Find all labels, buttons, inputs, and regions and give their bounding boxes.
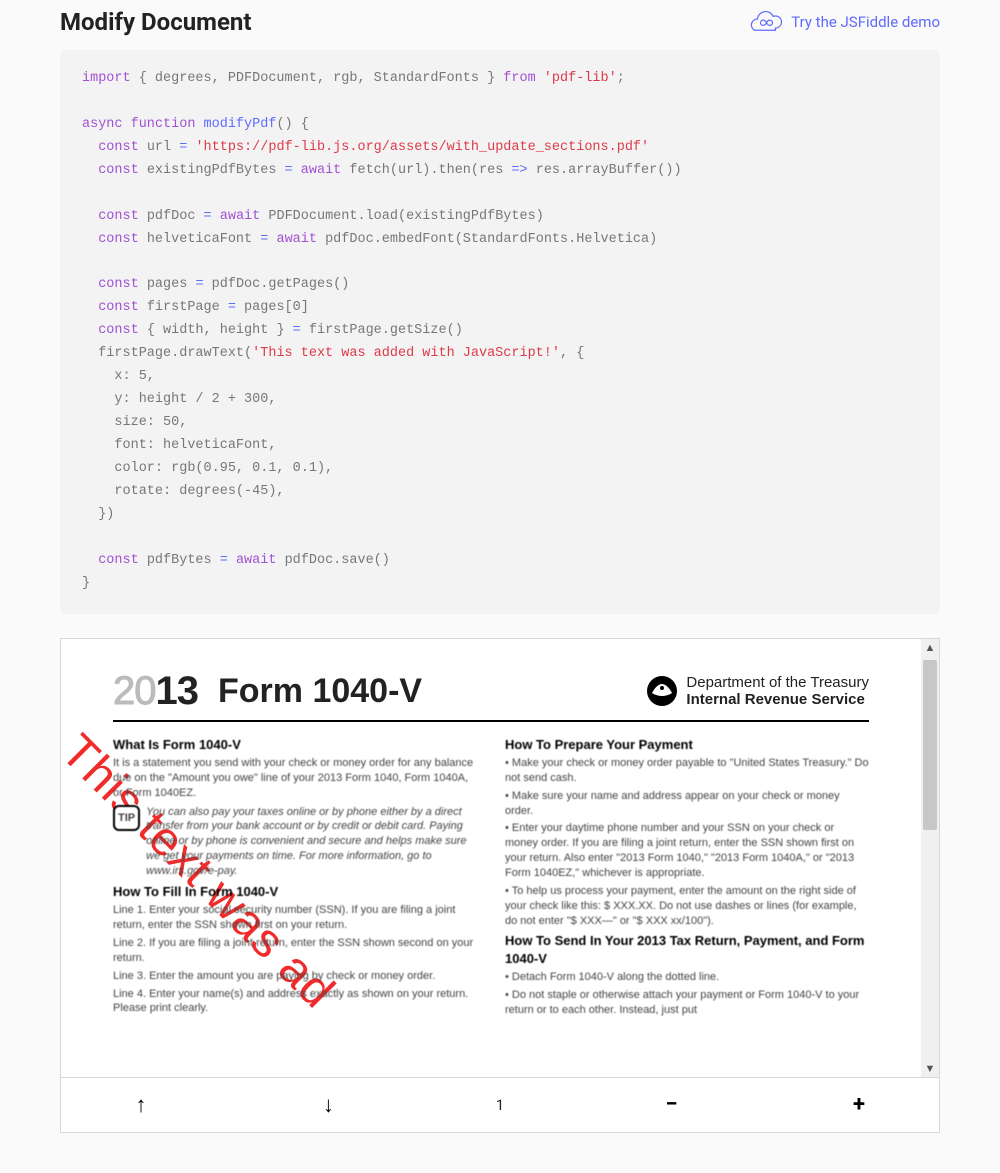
prev-page-button[interactable]: ↑: [121, 1091, 161, 1119]
form-left-column: What Is Form 1040-V It is a statement yo…: [113, 732, 477, 1021]
heading-how-fill: How To Fill In Form 1040-V: [113, 883, 477, 901]
tip-badge: TIP: [113, 805, 140, 832]
scrollbar[interactable]: ▲ ▼: [921, 639, 939, 1077]
jsfiddle-demo-label: Try the JSFiddle demo: [791, 13, 940, 31]
pdf-document: This text was ad 2013 Form 1040-V Depart…: [61, 639, 921, 1021]
bullet-1: • Make your check or money order payable…: [505, 756, 869, 786]
pdf-viewer-panel: ▲ ▼ This text was ad 2013 Form 1040-V De…: [60, 638, 940, 1133]
form-header: 2013 Form 1040-V Department of the Treas…: [113, 669, 869, 722]
heading-prepare-payment: How To Prepare Your Payment: [505, 736, 869, 754]
bullet-6: • Do not staple or otherwise attach your…: [505, 988, 869, 1018]
bullet-5: • Detach Form 1040-V along the dotted li…: [505, 970, 869, 985]
code-block: import { degrees, PDFDocument, rgb, Stan…: [60, 50, 940, 614]
irs-eagle-icon: [646, 675, 678, 707]
form-title: Form 1040-V: [218, 672, 422, 711]
scrollbar-thumb[interactable]: [923, 660, 937, 830]
jsfiddle-demo-link[interactable]: Try the JSFiddle demo: [747, 10, 940, 34]
line2-text: Line 2. If you are filing a joint return…: [113, 936, 477, 966]
scrollbar-track[interactable]: [921, 656, 939, 1060]
irs-dept-block: Department of the Treasury Internal Reve…: [646, 674, 869, 709]
line4-text: Line 4. Enter your name(s) and address e…: [113, 987, 477, 1017]
tip-block: TIP You can also pay your taxes online o…: [113, 805, 477, 879]
zoom-out-button[interactable]: −: [652, 1091, 692, 1118]
heading-what-is: What Is Form 1040-V: [113, 736, 477, 754]
dept-line-2: Internal Revenue Service: [686, 691, 869, 708]
tip-text: You can also pay your taxes online or by…: [146, 805, 477, 879]
cloud-icon: [747, 10, 783, 34]
line1-text: Line 1. Enter your social security numbe…: [113, 903, 477, 933]
scroll-down-icon[interactable]: ▼: [925, 1060, 936, 1077]
what-is-text: It is a statement you send with your che…: [113, 756, 477, 801]
page-number: 1: [496, 1096, 504, 1114]
bullet-2: • Make sure your name and address appear…: [505, 789, 869, 819]
bullet-3: • Enter your daytime phone number and yo…: [505, 821, 869, 880]
dept-line-1: Department of the Treasury: [686, 674, 869, 691]
heading-how-send: How To Send In Your 2013 Tax Return, Pay…: [505, 932, 869, 967]
bullet-4: • To help us process your payment, enter…: [505, 884, 869, 929]
page-title: Modify Document: [60, 8, 251, 36]
next-page-button[interactable]: ↓: [308, 1091, 348, 1119]
form-right-column: How To Prepare Your Payment • Make your …: [505, 732, 869, 1021]
zoom-in-button[interactable]: +: [839, 1091, 879, 1118]
form-year: 2013: [113, 669, 198, 714]
viewer-controls: ↑ ↓ 1 − +: [61, 1077, 939, 1132]
line3-text: Line 3. Enter the amount you are paying …: [113, 969, 477, 984]
pdf-viewport[interactable]: ▲ ▼ This text was ad 2013 Form 1040-V De…: [61, 639, 939, 1077]
scroll-up-icon[interactable]: ▲: [925, 639, 936, 656]
